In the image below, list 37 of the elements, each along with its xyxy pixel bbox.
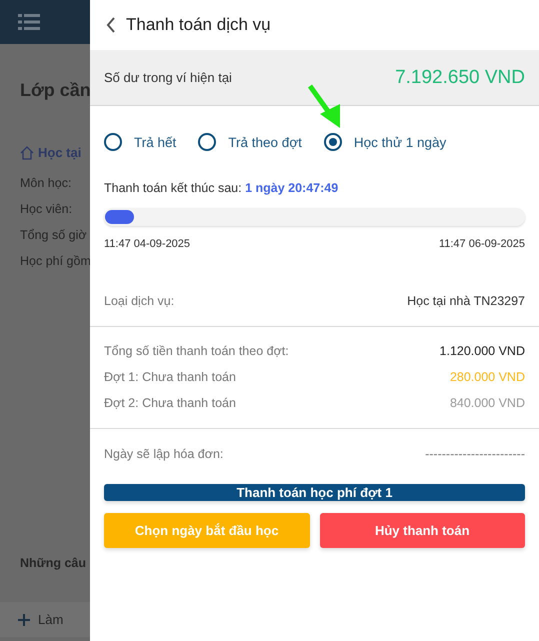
radio-icon[interactable] — [198, 133, 216, 151]
amount-label: Đợt 2: Chưa thanh toán — [104, 396, 236, 410]
service-label: Loại dịch vụ: — [104, 294, 174, 308]
radio-icon[interactable] — [104, 133, 122, 151]
field-label: Môn học: — [20, 175, 72, 192]
invoice-label: Ngày sẽ lập hóa đơn: — [104, 447, 224, 461]
balance-label: Số dư trong ví hiện tại — [104, 70, 232, 85]
section-title: Học tại — [38, 145, 82, 160]
amount-value: 1.120.000 VND — [440, 344, 525, 358]
amount-label: Tổng số tiền thanh toán theo đợt: — [104, 344, 289, 358]
payment-option[interactable]: Trả hết — [104, 133, 176, 151]
option-label: Trả theo đợt — [228, 134, 302, 150]
radio-icon[interactable] — [324, 133, 342, 151]
end-time: 11:47 06-09-2025 — [438, 238, 525, 250]
payment-option[interactable]: Trả theo đợt — [198, 133, 302, 151]
payment-option[interactable]: Học thử 1 ngày — [324, 133, 446, 151]
panel-title: Thanh toán dịch vụ — [126, 15, 271, 35]
service-value: Học tại nhà TN23297 — [407, 294, 525, 308]
invoice-value: ------------------------ — [425, 447, 525, 461]
field-label: Học phí gồm — [20, 253, 90, 270]
start-time: 11:47 04-09-2025 — [104, 238, 190, 250]
home-icon — [20, 146, 34, 160]
field-label: Tổng số giờ — [20, 227, 88, 244]
amount-value: 840.000 VND — [450, 396, 525, 410]
page-title: Lớp cần — [20, 80, 90, 101]
faq-title: Những câu — [20, 556, 87, 570]
option-label: Trả hết — [134, 134, 176, 150]
plus-icon — [18, 614, 30, 626]
field-label: Học viên: — [20, 201, 74, 218]
menu-icon[interactable] — [18, 13, 40, 31]
primary-button[interactable]: Thanh toán học phí đợt 1 — [104, 484, 525, 501]
balance-value: 7.192.650 VND — [395, 66, 525, 88]
back-icon[interactable] — [106, 17, 116, 33]
countdown-text: Thanh toán kết thúc sau: 1 ngày 20:47:49 — [103, 180, 340, 195]
amount-value: 280.000 VND — [450, 370, 525, 384]
option-label: Học thử 1 ngày — [354, 134, 446, 150]
amount-label: Đợt 1: Chưa thanh toán — [104, 370, 236, 384]
